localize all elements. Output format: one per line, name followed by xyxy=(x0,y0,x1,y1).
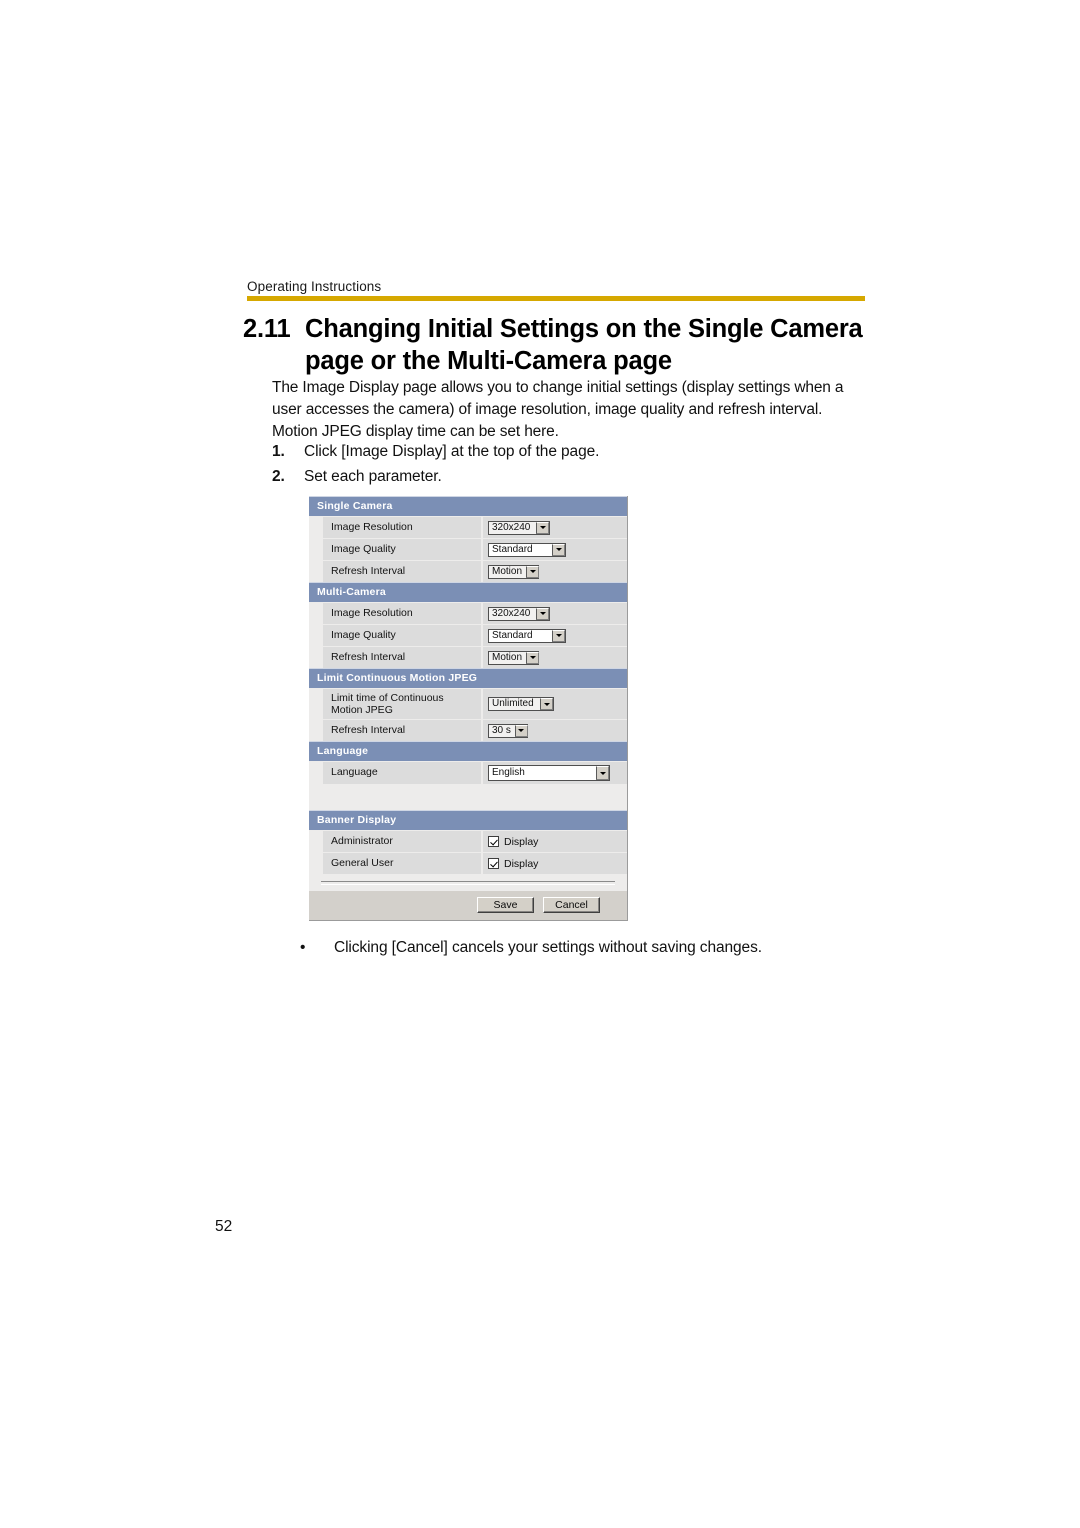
setting-row-banner-administrator: Administrator Display xyxy=(309,831,627,852)
panel-divider-zone xyxy=(309,874,627,885)
bullet-icon: • xyxy=(300,939,306,956)
setting-value: 30 s xyxy=(483,720,627,741)
setting-value: Standard xyxy=(483,625,627,646)
administrator-display-checkbox[interactable]: Display xyxy=(488,836,538,848)
section-title: Changing Initial Settings on the Single … xyxy=(305,315,863,375)
setting-value: 320x240 xyxy=(483,517,627,538)
step-text: Click [Image Display] at the top of the … xyxy=(304,443,600,460)
panel-spacer xyxy=(309,784,627,810)
group-header-limit-motion-jpeg: Limit Continuous Motion JPEG xyxy=(309,668,627,688)
setting-value: Motion xyxy=(483,561,627,582)
setting-label: Image Resolution xyxy=(323,603,481,624)
multi-image-quality-select[interactable]: Standard xyxy=(488,628,566,643)
group-header-language: Language xyxy=(309,741,627,761)
checkbox-checked-icon[interactable] xyxy=(488,858,499,869)
setting-value: Display xyxy=(483,831,627,852)
image-display-settings-panel: Single Camera Image Resolution 320x240 I… xyxy=(309,496,628,921)
header-rule xyxy=(247,296,865,301)
setting-label: General User xyxy=(323,853,481,874)
chevron-down-icon[interactable] xyxy=(526,651,540,664)
cancel-button[interactable]: Cancel xyxy=(543,897,600,913)
group-header-banner-display: Banner Display xyxy=(309,810,627,830)
setting-row-limit-refresh-interval: Refresh Interval 30 s xyxy=(309,720,627,741)
general-user-display-checkbox[interactable]: Display xyxy=(488,858,538,870)
setting-label: Limit time of Continuous Motion JPEG xyxy=(323,689,481,719)
setting-value: English xyxy=(483,762,627,784)
setting-label: Refresh Interval xyxy=(323,561,481,582)
panel-button-bar: Save Cancel xyxy=(309,891,627,920)
single-image-resolution-select[interactable]: 320x240 xyxy=(488,520,550,535)
step-marker: 2. xyxy=(272,468,285,485)
chevron-down-icon[interactable] xyxy=(552,629,565,642)
save-button[interactable]: Save xyxy=(477,897,534,913)
step-item: 1. Click [Image Display] at the top of t… xyxy=(272,439,872,464)
multi-refresh-interval-select[interactable]: Motion xyxy=(488,650,540,665)
limit-time-select[interactable]: Unlimited xyxy=(488,697,554,711)
limit-refresh-interval-select[interactable]: 30 s xyxy=(488,723,528,738)
group-header-multi-camera: Multi-Camera xyxy=(309,582,627,602)
setting-row-single-image-resolution: Image Resolution 320x240 xyxy=(309,517,627,538)
setting-row-single-image-quality: Image Quality Standard xyxy=(309,539,627,560)
checkbox-label: Display xyxy=(504,835,539,848)
setting-value: Motion xyxy=(483,647,627,668)
running-header: Operating Instructions xyxy=(247,279,382,294)
setting-value: Display xyxy=(483,853,627,874)
step-marker: 1. xyxy=(272,443,285,460)
setting-row-multi-refresh-interval: Refresh Interval Motion xyxy=(309,647,627,668)
chevron-down-icon[interactable] xyxy=(536,607,549,620)
setting-value: 320x240 xyxy=(483,603,627,624)
language-select[interactable]: English xyxy=(488,765,610,781)
setting-value: Standard xyxy=(483,539,627,560)
note-bullet-item: • Clicking [Cancel] cancels your setting… xyxy=(300,937,894,959)
chevron-down-icon[interactable] xyxy=(536,521,549,534)
numbered-steps: 1. Click [Image Display] at the top of t… xyxy=(272,439,872,489)
setting-row-limit-time: Limit time of Continuous Motion JPEG Unl… xyxy=(309,689,627,719)
single-refresh-interval-select[interactable]: Motion xyxy=(488,564,540,579)
single-image-quality-select[interactable]: Standard xyxy=(488,542,566,557)
setting-label: Language xyxy=(323,762,481,784)
multi-image-resolution-select[interactable]: 320x240 xyxy=(488,606,550,621)
setting-label: Image Quality xyxy=(323,625,481,646)
setting-value: Unlimited xyxy=(483,689,627,719)
setting-label: Refresh Interval xyxy=(323,720,481,741)
setting-label: Image Resolution xyxy=(323,517,481,538)
page-number: 52 xyxy=(215,1218,233,1235)
step-text: Set each parameter. xyxy=(304,468,442,485)
chevron-down-icon[interactable] xyxy=(514,724,528,737)
setting-row-banner-general-user: General User Display xyxy=(309,853,627,874)
setting-row-multi-image-resolution: Image Resolution 320x240 xyxy=(309,603,627,624)
setting-label: Administrator xyxy=(323,831,481,852)
chevron-down-icon[interactable] xyxy=(526,565,540,578)
section-number: 2.11 xyxy=(243,315,291,343)
setting-row-multi-image-quality: Image Quality Standard xyxy=(309,625,627,646)
document-page: Operating Instructions 2.11 Changing Ini… xyxy=(0,0,1080,1528)
setting-row-single-refresh-interval: Refresh Interval Motion xyxy=(309,561,627,582)
checkbox-label: Display xyxy=(504,857,539,870)
step-item: 2. Set each parameter. xyxy=(272,464,872,489)
setting-label-line2: Motion JPEG xyxy=(331,704,393,716)
divider xyxy=(321,881,615,885)
chevron-down-icon[interactable] xyxy=(596,766,609,780)
checkbox-checked-icon[interactable] xyxy=(488,836,499,847)
chevron-down-icon[interactable] xyxy=(540,698,553,710)
setting-label: Image Quality xyxy=(323,539,481,560)
note-text: Clicking [Cancel] cancels your settings … xyxy=(334,939,762,956)
setting-label: Refresh Interval xyxy=(323,647,481,668)
chevron-down-icon[interactable] xyxy=(552,543,565,556)
group-header-single-camera: Single Camera xyxy=(309,496,627,516)
intro-paragraph: The Image Display page allows you to cha… xyxy=(272,379,844,441)
setting-row-language: Language English xyxy=(309,762,627,784)
section-heading: 2.11 Changing Initial Settings on the Si… xyxy=(243,313,883,377)
setting-label-line1: Limit time of Continuous xyxy=(331,692,444,704)
